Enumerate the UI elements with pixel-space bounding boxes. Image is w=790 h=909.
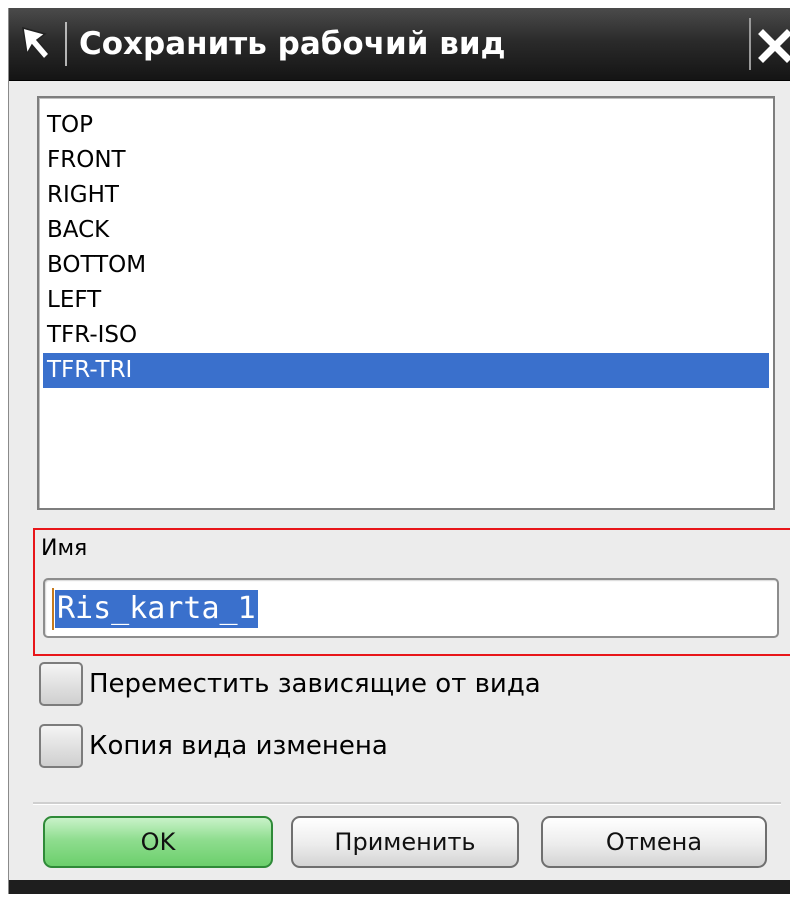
title-separator bbox=[65, 22, 67, 66]
list-item[interactable]: BACK bbox=[43, 213, 769, 248]
apply-button[interactable]: Применить bbox=[291, 816, 519, 868]
button-separator bbox=[33, 802, 781, 805]
name-label: Имя bbox=[41, 536, 88, 561]
list-item-selected[interactable]: TFR-TRI bbox=[43, 353, 769, 388]
list-item[interactable]: LEFT bbox=[43, 283, 769, 318]
dialog-title: Сохранить рабочий вид bbox=[79, 26, 506, 62]
views-listbox[interactable]: TOP FRONT RIGHT BACK BOTTOM LEFT TFR-ISO… bbox=[37, 96, 775, 510]
name-input[interactable]: Ris_karta_1 bbox=[43, 578, 779, 638]
move-view-dependent-checkbox[interactable] bbox=[39, 662, 83, 706]
list-item[interactable]: FRONT bbox=[43, 143, 769, 178]
name-field-group: Имя Ris_karta_1 bbox=[33, 528, 790, 656]
save-working-view-dialog: Сохранить рабочий вид TOP FRONT RIGHT BA… bbox=[8, 8, 790, 894]
view-copy-changed-option[interactable]: Копия вида изменена bbox=[39, 724, 639, 772]
text-caret bbox=[52, 588, 54, 630]
list-item[interactable]: TOP bbox=[43, 108, 769, 143]
list-item[interactable]: RIGHT bbox=[43, 178, 769, 213]
view-copy-changed-checkbox[interactable] bbox=[39, 724, 83, 768]
title-bar[interactable]: Сохранить рабочий вид bbox=[9, 8, 790, 81]
move-view-dependent-label[interactable]: Переместить зависящие от вида bbox=[89, 666, 541, 702]
list-item[interactable]: BOTTOM bbox=[43, 248, 769, 283]
arrow-cursor-icon[interactable] bbox=[15, 20, 57, 66]
close-icon bbox=[758, 29, 790, 63]
list-item[interactable]: TFR-ISO bbox=[43, 318, 769, 353]
cancel-button[interactable]: Отмена bbox=[541, 816, 767, 868]
name-input-value[interactable]: Ris_karta_1 bbox=[55, 590, 258, 628]
ok-button[interactable]: OK bbox=[43, 816, 273, 868]
close-button[interactable] bbox=[749, 18, 790, 70]
move-view-dependent-option[interactable]: Переместить зависящие от вида bbox=[39, 662, 639, 710]
view-copy-changed-label[interactable]: Копия вида изменена bbox=[89, 728, 388, 764]
window-bottom-edge bbox=[9, 880, 790, 894]
